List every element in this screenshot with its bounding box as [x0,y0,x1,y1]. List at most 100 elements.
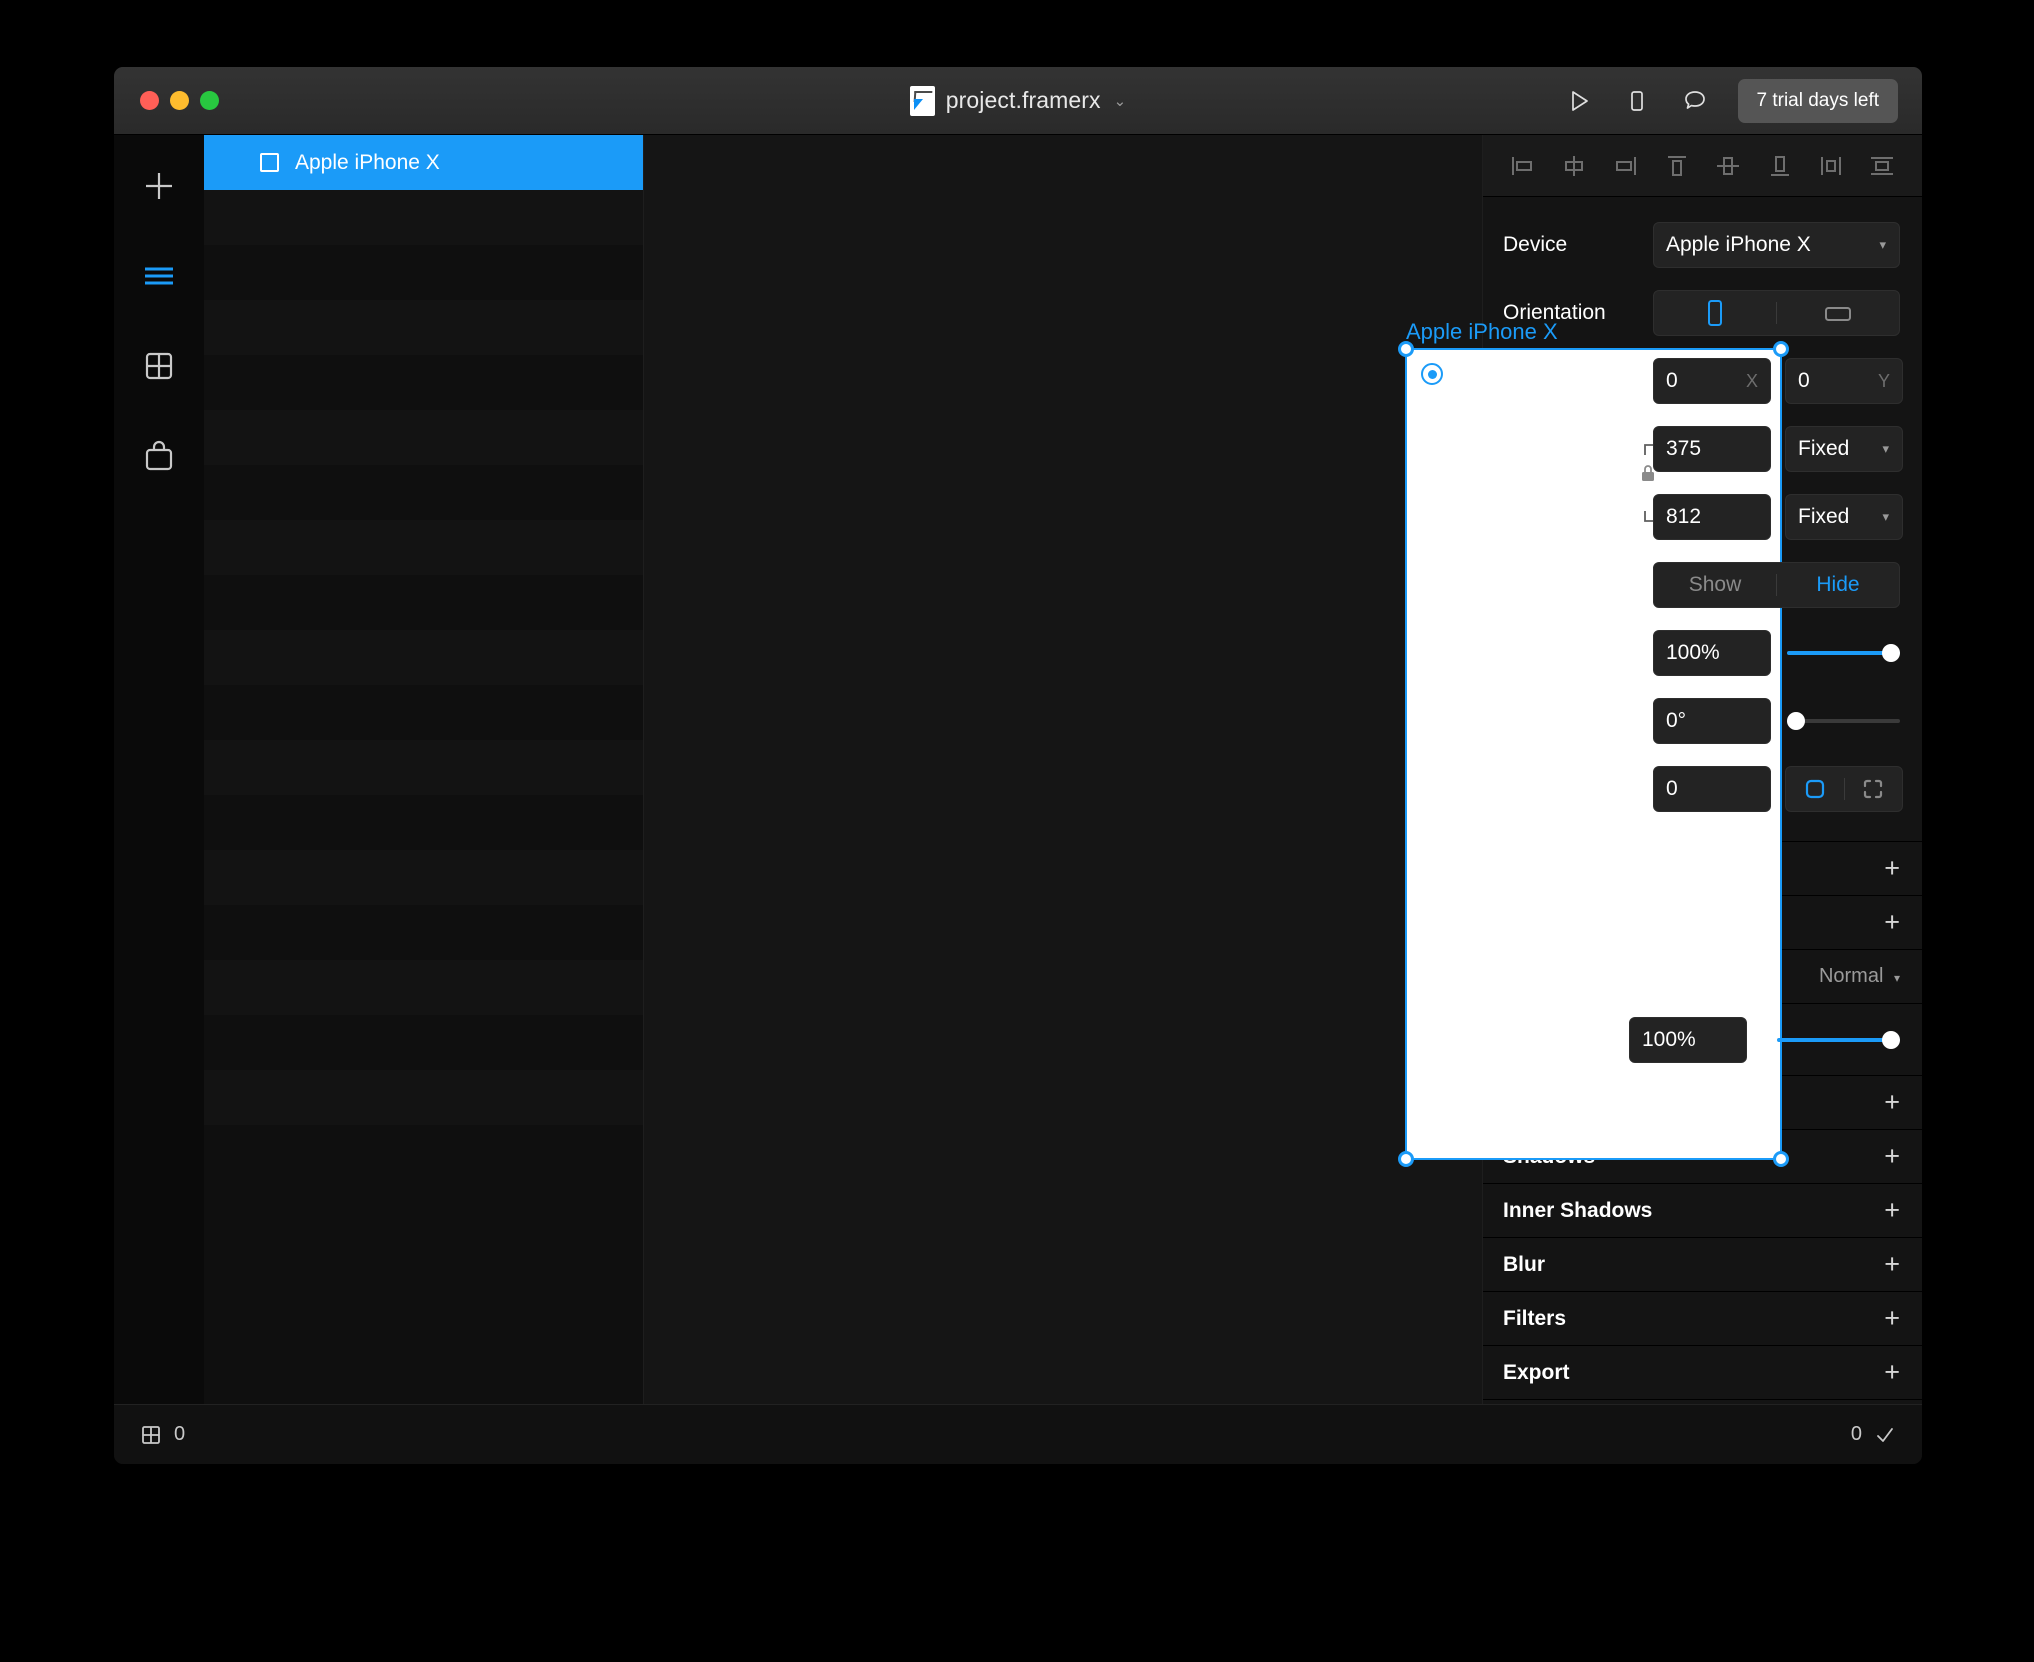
lock-aspect-ratio-icon[interactable] [1639,463,1657,483]
app-window: project.framerx ⌄ 7 trial days left Appl… [114,67,1922,1464]
opacity-value: 100% [1666,641,1720,664]
device-label: Device [1503,233,1568,256]
trial-days-button[interactable]: 7 trial days left [1737,78,1898,123]
align-toolbar [1483,135,1922,197]
opacity-input[interactable]: 100% [1653,630,1771,676]
check-icon[interactable] [1874,1424,1896,1446]
width-mode-select[interactable]: Fixed ▾ [1785,426,1903,472]
framer-file-icon [909,85,935,116]
radius-input[interactable]: 0 [1653,766,1771,812]
width-input[interactable]: 375 [1653,426,1771,472]
align-right-icon[interactable] [1607,149,1643,183]
close-window-button[interactable] [140,91,159,110]
add-border-icon[interactable]: + [1884,1089,1900,1116]
fill-opacity-slider-knob[interactable] [1882,1030,1900,1049]
play-icon[interactable] [1564,86,1594,116]
phone-icon[interactable] [1622,86,1652,116]
grid-icon[interactable] [140,1424,162,1446]
height-value: 812 [1666,505,1702,528]
comment-icon[interactable] [1680,86,1710,116]
layers-empty-row[interactable] [204,465,643,520]
bag-icon[interactable] [136,433,182,479]
section-inner-shadows[interactable]: Inner Shadows + [1483,1184,1922,1238]
add-link-icon[interactable]: + [1884,855,1900,882]
fill-opacity-input[interactable]: 100% [1629,1016,1747,1063]
distribute-vertical-icon[interactable] [1864,149,1900,183]
add-export-icon[interactable]: + [1884,1359,1900,1386]
layers-empty-row[interactable] [204,850,643,905]
resize-handle-bottom-right[interactable] [1773,1151,1789,1167]
minimize-window-button[interactable] [170,91,189,110]
rotation-slider[interactable] [1787,698,1900,744]
rotation-slider-knob[interactable] [1787,712,1805,730]
add-shadows-icon[interactable]: + [1884,1143,1900,1170]
align-top-icon[interactable] [1659,149,1695,183]
layers-empty-row[interactable] [204,410,643,465]
device-select[interactable]: Apple iPhone X ▾ [1653,222,1900,268]
fill-blend-mode-select[interactable]: Normal ▾ [1819,965,1900,988]
rotation-input[interactable]: 0° [1653,698,1771,744]
landscape-icon[interactable] [1777,291,1899,335]
home-entry-icon[interactable] [1421,363,1443,385]
opacity-row: Opacity 100% [1483,619,1922,687]
resize-handle-bottom-left[interactable] [1398,1151,1414,1167]
portrait-icon[interactable] [1654,291,1776,335]
height-label: Height [1503,505,1564,528]
align-left-icon[interactable] [1505,149,1541,183]
align-center-horizontal-icon[interactable] [1556,149,1592,183]
add-filters-icon[interactable]: + [1884,1305,1900,1332]
height-mode-select[interactable]: Fixed ▾ [1785,494,1903,540]
layers-empty-row[interactable] [204,905,643,960]
layers-icon[interactable] [136,253,182,299]
canvas[interactable]: Apple iPhone X [644,135,1789,1404]
height-mode-value: Fixed [1798,505,1850,528]
grid-icon[interactable] [136,343,182,389]
fill-opacity-slider[interactable] [1777,1017,1900,1063]
layers-empty-row[interactable] [204,355,643,410]
layers-empty-row[interactable] [204,1070,643,1125]
height-input[interactable]: 812 [1653,494,1771,540]
radius-uniform-icon[interactable] [1786,767,1844,811]
overflow-show-button[interactable]: Show [1654,563,1776,607]
section-blur[interactable]: Blur + [1483,1238,1922,1292]
left-rail [114,135,204,1404]
layers-empty-row[interactable] [204,520,643,575]
plus-icon[interactable] [136,163,182,209]
layers-empty-row[interactable] [204,190,643,245]
layers-empty-row[interactable] [204,960,643,1015]
chevron-down-icon: ▾ [1882,441,1889,456]
align-center-vertical-icon[interactable] [1710,149,1746,183]
title-chevron-down-icon[interactable]: ⌄ [1114,92,1127,110]
device-value: Apple iPhone X [1666,233,1811,256]
section-filters[interactable]: Filters + [1483,1292,1922,1346]
distribute-horizontal-icon[interactable] [1813,149,1849,183]
layers-empty-row[interactable] [204,795,643,850]
layers-empty-row[interactable] [204,1015,643,1070]
position-x-input[interactable]: 0 X [1653,358,1771,404]
section-export[interactable]: Export + [1483,1346,1922,1400]
layers-empty-row[interactable] [204,740,643,795]
overflow-hide-button[interactable]: Hide [1777,563,1899,607]
layers-empty-row[interactable] [204,685,643,740]
opacity-slider-knob[interactable] [1882,644,1900,662]
radius-corners-icon[interactable] [1845,767,1903,811]
layers-empty-row[interactable] [204,300,643,355]
position-y-input[interactable]: 0 Y [1785,358,1903,404]
layers-panel[interactable]: Apple iPhone X [204,135,644,1404]
maximize-window-button[interactable] [200,91,219,110]
layers-empty-row[interactable] [204,575,643,630]
add-blur-icon[interactable]: + [1884,1251,1900,1278]
resize-handle-top-left[interactable] [1398,341,1414,357]
add-code-icon[interactable]: + [1884,909,1900,936]
position-x-value: 0 [1666,369,1678,392]
rotation-row: Rotation 0° [1483,687,1922,755]
align-bottom-icon[interactable] [1762,149,1798,183]
opacity-slider[interactable] [1787,630,1900,676]
layer-item-apple-iphone-x[interactable]: Apple iPhone X [204,135,643,190]
statusbar-right: 0 [1851,1423,1896,1446]
orientation-label: Orientation [1503,301,1606,324]
layers-empty-row[interactable] [204,245,643,300]
layers-empty-rows [204,190,643,1125]
layers-empty-row[interactable] [204,630,643,685]
add-inner-shadows-icon[interactable]: + [1884,1197,1900,1224]
